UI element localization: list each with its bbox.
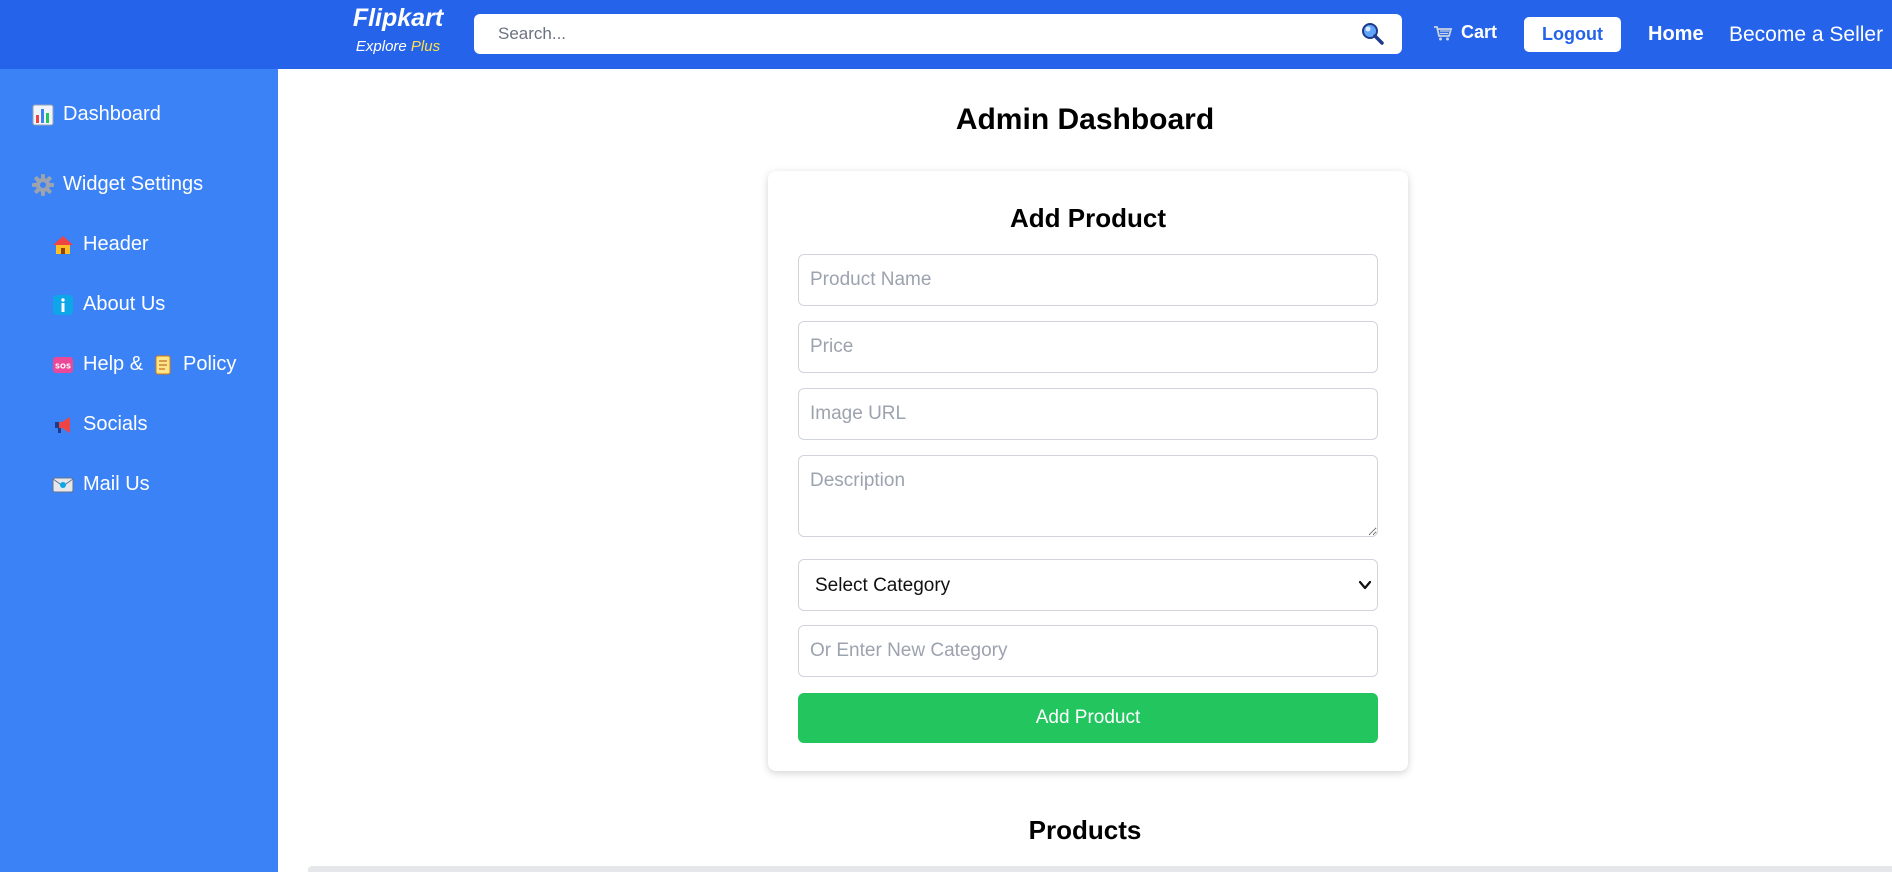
sidebar-item-help-policy[interactable]: SOS Help & Policy [52,353,236,376]
tagline-text: Explore [355,38,407,55]
sidebar-item-dashboard[interactable]: Dashboard [32,103,161,126]
bar-chart-icon [32,104,54,125]
sidebar-item-mail-us[interactable]: Mail Us [52,473,150,496]
sidebar-item-label-2: Policy [183,353,237,375]
sidebar-item-about-us[interactable]: About Us [52,293,165,316]
sidebar-item-widget-settings[interactable]: Widget Settings [32,173,203,196]
sidebar-item-label: Dashboard [63,103,161,125]
product-name-input[interactable] [798,254,1378,306]
products-table [308,866,1892,872]
sidebar-item-label: Help & [83,353,144,375]
sidebar-item-label: Mail Us [83,473,150,495]
products-heading: Products [1028,815,1142,845]
search-input[interactable] [474,14,1354,54]
brand-tagline: Explore Plus [348,38,448,55]
tagline-plus: Plus [410,38,441,55]
sidebar-item-header[interactable]: Header [52,233,149,256]
category-select[interactable]: Select Category [798,559,1378,611]
top-navbar: Flipkart Explore Plus Cart Logout Home B… [0,0,1892,69]
image-url-input[interactable] [798,388,1378,440]
sidebar-item-label: About Us [83,293,166,315]
brand-name: Flipkart [352,4,444,32]
search-bar [474,14,1402,54]
price-input[interactable] [798,321,1378,373]
info-icon [53,294,73,315]
search-icon[interactable] [1360,21,1384,45]
brand-logo[interactable]: Flipkart Explore Plus [348,4,448,55]
cart-label: Cart [1461,22,1498,42]
cart-link[interactable]: Cart [1433,22,1497,43]
home-link[interactable]: Home [1648,23,1704,46]
new-category-input[interactable] [798,625,1378,677]
email-icon [52,477,74,492]
scroll-icon [155,355,171,374]
svg-text:SOS: SOS [55,362,71,370]
sidebar-item-label: Socials [83,413,148,435]
logout-button[interactable]: Logout [1524,17,1621,52]
sidebar-item-socials[interactable]: Socials [52,413,147,436]
house-icon [53,235,73,254]
sidebar: Dashboard Widget Settings Header About U… [0,69,278,872]
gear-icon [32,173,54,196]
add-product-form: Add Product Select Category Add Product [768,171,1408,771]
megaphone-icon [55,416,70,433]
page-title: Admin Dashboard [955,103,1215,136]
add-product-button[interactable]: Add Product [798,693,1378,743]
sos-icon: SOS [53,356,73,373]
sidebar-item-label: Header [83,233,149,255]
form-title: Add Product [1010,203,1166,233]
cart-icon [1434,25,1453,40]
sidebar-item-label: Widget Settings [63,173,204,195]
description-textarea[interactable] [798,455,1378,537]
become-seller-link[interactable]: Become a Seller [1729,23,1883,47]
